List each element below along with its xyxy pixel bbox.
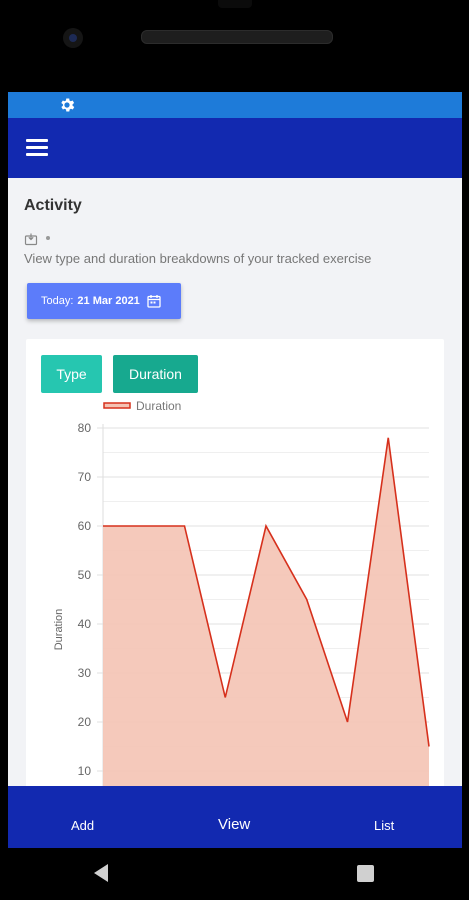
speaker-grille: [141, 30, 333, 44]
date-value: 21 Mar 2021: [77, 295, 140, 307]
duration-chart: 10 20 30 40 50 60 70 80 Duration Duration: [53, 399, 430, 848]
device-notch: [218, 0, 252, 8]
system-navigation-bar: [0, 848, 469, 900]
tab-duration[interactable]: Duration: [113, 355, 198, 393]
page-subtitle: View type and duration breakdowns of you…: [24, 251, 372, 266]
y-tick-label: 80: [78, 421, 92, 435]
nav-list[interactable]: List: [374, 818, 394, 833]
gear-icon: [61, 98, 75, 112]
recents-icon[interactable]: [357, 865, 374, 882]
back-icon[interactable]: [94, 864, 108, 882]
hamburger-menu-icon[interactable]: [26, 137, 50, 159]
y-tick-label: 70: [78, 470, 92, 484]
tab-type[interactable]: Type: [41, 355, 102, 393]
chart-card: Type Duration 10 20 30 40 50 60 70 80 Duration Du…: [26, 339, 444, 848]
app-screen: Activity View type and duration breakdow…: [8, 92, 462, 848]
legend-label: Duration: [136, 399, 181, 413]
app-bar: [8, 118, 462, 178]
nav-add[interactable]: Add: [71, 818, 94, 833]
date-picker-button[interactable]: Today: 21 Mar 2021: [27, 283, 181, 319]
page-title: Activity: [24, 197, 82, 214]
y-tick-label: 20: [78, 715, 92, 729]
legend-swatch: [103, 402, 131, 409]
y-tick-label: 30: [78, 666, 92, 680]
calendar-icon: [147, 295, 161, 308]
separator-dot: [46, 236, 50, 240]
share-icon[interactable]: [24, 232, 38, 246]
y-tick-label: 60: [78, 519, 92, 533]
nav-view[interactable]: View: [218, 816, 250, 833]
y-tick-label: 40: [78, 617, 92, 631]
y-axis-title: Duration: [53, 609, 65, 651]
y-tick-label: 50: [78, 568, 92, 582]
camera-icon: [63, 28, 83, 48]
device-top-bezel: [0, 0, 469, 92]
date-prefix: Today:: [41, 295, 74, 307]
bottom-navigation: Add View List: [8, 786, 462, 848]
status-bar: [8, 92, 462, 118]
y-tick-label: 10: [78, 764, 92, 778]
